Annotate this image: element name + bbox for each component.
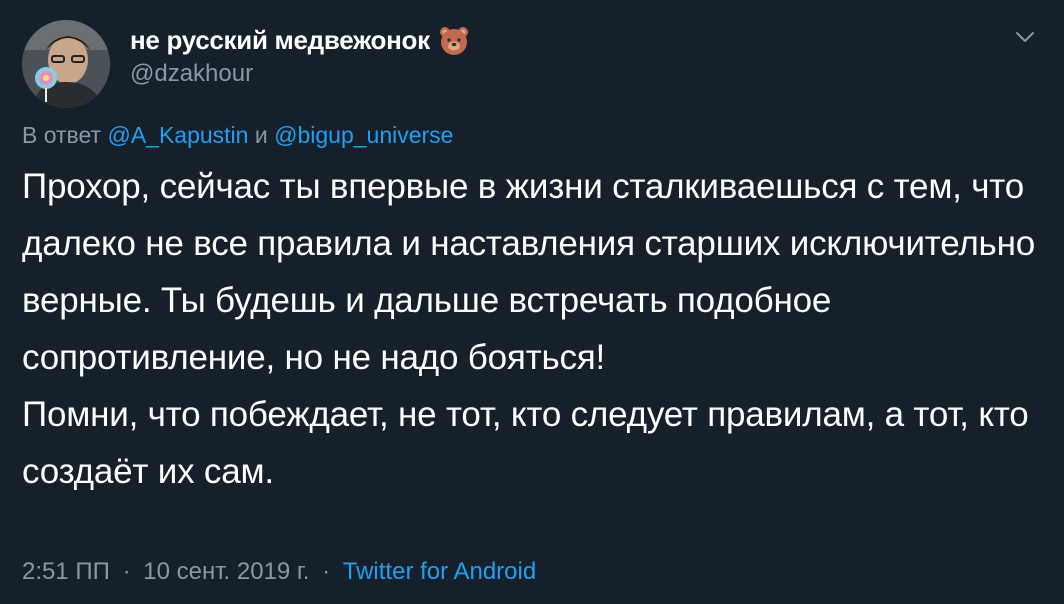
- reply-user-link-2[interactable]: @bigup_universe: [274, 122, 453, 148]
- reply-prefix: В ответ: [22, 122, 102, 148]
- avatar[interactable]: [22, 20, 110, 108]
- tweet-source-link[interactable]: Twitter for Android: [343, 558, 536, 585]
- reply-conjunction: и: [254, 122, 268, 148]
- bear-face-icon: [438, 24, 470, 56]
- author-name-row: не русский медвежонок: [130, 22, 470, 58]
- author-display-name[interactable]: не русский медвежонок: [130, 25, 430, 56]
- tweet-paragraph-1: Прохор, сейчас ты впервые в жизни сталки…: [22, 167, 1035, 377]
- meta-separator-2: ·: [322, 558, 331, 585]
- tweet-meta: 2:51 ПП · 10 сент. 2019 г. · Twitter for…: [22, 558, 536, 586]
- author-handle[interactable]: @dzakhour: [130, 60, 253, 88]
- avatar-image: [22, 20, 110, 108]
- tweet-paragraph-2: Помни, что побеждает, не тот, кто следуе…: [22, 395, 1029, 491]
- meta-separator-1: ·: [122, 558, 131, 585]
- chevron-down-icon[interactable]: [1012, 24, 1038, 50]
- tweet-date[interactable]: 10 сент. 2019 г.: [143, 558, 309, 585]
- reply-user-link-1[interactable]: @A_Kapustin: [107, 122, 248, 148]
- tweet-card: не русский медвежонок @dzakhour В ответ …: [0, 0, 1064, 604]
- reply-context: В ответ @A_Kapustin и @bigup_universe: [22, 122, 453, 149]
- tweet-text: Прохор, сейчас ты впервые в жизни сталки…: [22, 158, 1047, 500]
- tweet-time[interactable]: 2:51 ПП: [22, 558, 110, 585]
